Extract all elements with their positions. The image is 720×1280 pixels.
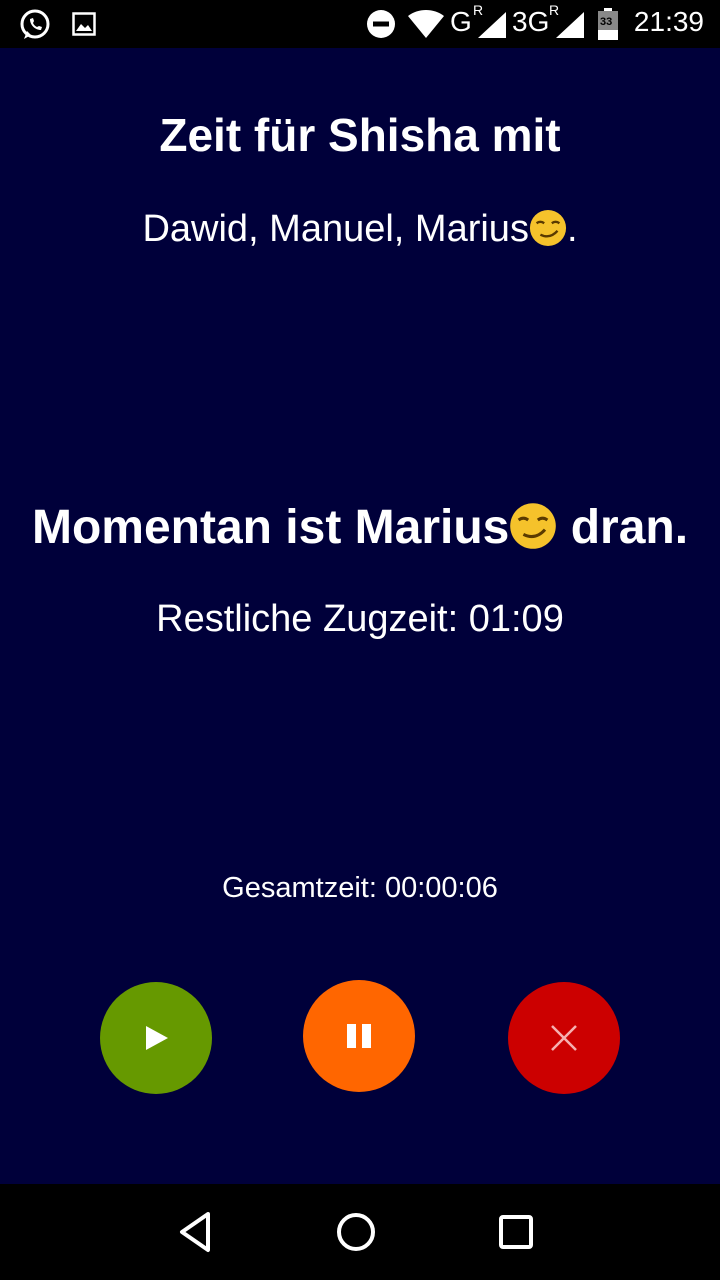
nav-recent-apps-button[interactable]: [492, 1208, 540, 1256]
total-time: Gesamtzeit: 00:00:06: [222, 872, 498, 904]
back-icon: [180, 1212, 210, 1252]
status-time: 21:39: [633, 6, 704, 37]
participants-suffix: .: [566, 208, 578, 250]
participants-line: Dawid, Manuel, Marius .: [0, 208, 720, 251]
nav-back-button[interactable]: [172, 1208, 220, 1256]
play-button[interactable]: [100, 982, 212, 1094]
current-turn-suffix: dran.: [557, 501, 689, 554]
battery-level: 33: [600, 16, 613, 28]
network-type-label: G: [450, 6, 472, 37]
participants-text: Dawid, Manuel, Marius: [142, 208, 529, 250]
current-turn-prefix: Momentan ist Marius: [31, 501, 510, 554]
play-icon: [146, 1026, 168, 1050]
wifi-icon: [408, 10, 444, 43]
pause-icon: [347, 1024, 371, 1048]
close-icon: [551, 1025, 577, 1051]
stop-button[interactable]: [508, 982, 620, 1094]
navigation-bar: [0, 1184, 720, 1280]
nav-home-button[interactable]: [332, 1208, 380, 1256]
pause-button[interactable]: [303, 980, 415, 1092]
signal-icon-2: [556, 12, 584, 43]
page-title: Zeit für Shisha mit: [159, 109, 561, 161]
whatsapp-icon: [18, 8, 52, 47]
recent-apps-icon: [499, 1215, 533, 1249]
current-turn-heading: Momentan ist Marius dran.: [0, 500, 720, 555]
status-bar: G R 3G R 33 21:39: [0, 0, 720, 48]
smirking-face-icon: [529, 209, 567, 246]
home-icon: [337, 1213, 375, 1251]
dnd-icon: [366, 9, 396, 44]
remaining-turn-time: Restliche Zugzeit: 01:09: [156, 598, 564, 640]
app-screen: G R 3G R 33 21:39 Zeit für Shisha mit Da…: [0, 0, 720, 1280]
signal-icon: [478, 12, 506, 43]
network-type-label-2: 3G: [512, 6, 550, 37]
smirking-face-icon: [510, 503, 557, 549]
image-icon: [72, 12, 96, 41]
